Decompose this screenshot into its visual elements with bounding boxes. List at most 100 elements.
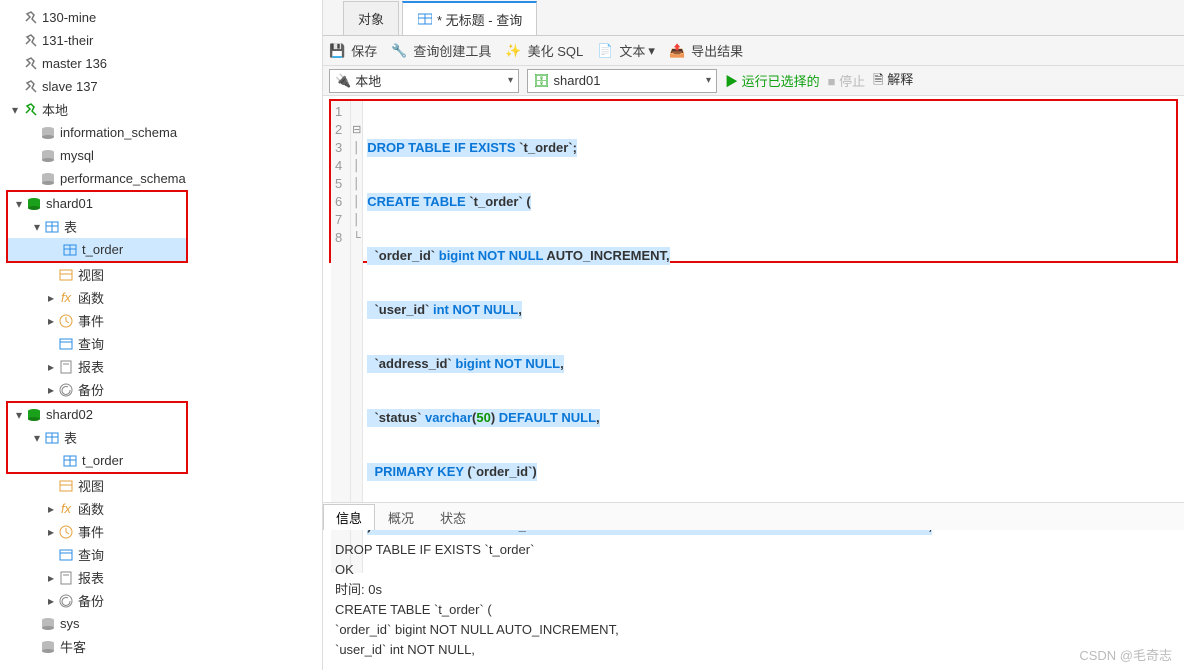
beautify-button[interactable]: ✨美化 SQL bbox=[505, 41, 583, 60]
tree-item-label: 本地 bbox=[42, 100, 68, 119]
tree-item-label: shard01 bbox=[46, 196, 93, 211]
tree-item-backup[interactable]: ▸备份 bbox=[0, 589, 322, 612]
connection-tree[interactable]: 130-mine 131-their master 136 slave 137 ▾ 本地 i… bbox=[0, 0, 323, 670]
tree-item-label: 视图 bbox=[78, 476, 104, 495]
conn-open-icon bbox=[22, 102, 38, 118]
tab-overview[interactable]: 概况 bbox=[375, 504, 427, 530]
chevron-icon[interactable]: ▾ bbox=[12, 197, 26, 211]
output-panel: DROP TABLE IF EXISTS `t_order` OK 时间: 0s… bbox=[323, 530, 1184, 670]
tree-item-fx[interactable]: ▸fx函数 bbox=[0, 497, 322, 520]
tree-item-query[interactable]: 查询 bbox=[0, 543, 322, 566]
db-open-icon bbox=[26, 407, 42, 423]
tree-item-report[interactable]: ▸报表 bbox=[0, 566, 322, 589]
tree-item-conn[interactable]: 131-their bbox=[0, 29, 322, 52]
event-icon bbox=[58, 524, 74, 540]
chevron-icon[interactable]: ▾ bbox=[30, 220, 44, 234]
tree-item-db[interactable]: information_schema bbox=[0, 121, 322, 144]
tree-item-label: 函数 bbox=[78, 288, 104, 307]
tree-item-event[interactable]: ▸ 事件 bbox=[0, 309, 322, 332]
tree-item-report[interactable]: ▸报表 bbox=[0, 355, 322, 378]
db-icon bbox=[40, 148, 56, 164]
chevron-icon[interactable]: ▸ bbox=[44, 502, 58, 516]
db-icon bbox=[40, 125, 56, 141]
tree-item-tables[interactable]: ▾表 bbox=[8, 215, 186, 238]
tree-item-label: 牛客 bbox=[60, 637, 86, 656]
tree-item-conn-open[interactable]: ▾ 本地 bbox=[0, 98, 322, 121]
tree-item-backup[interactable]: ▸ 备份 bbox=[0, 378, 322, 401]
stop-button: ■ 停止 bbox=[828, 71, 866, 90]
text-button[interactable]: 📄文本 ▾ bbox=[597, 41, 655, 60]
tree-item-event[interactable]: ▸ 事件 bbox=[0, 520, 322, 543]
sparkle-icon: ✨ bbox=[505, 43, 521, 59]
tree-item-table[interactable]: t_order bbox=[8, 238, 186, 261]
export-icon: 📤 bbox=[669, 43, 685, 59]
chevron-icon[interactable]: ▸ bbox=[44, 594, 58, 608]
table-icon bbox=[417, 11, 433, 27]
run-bar: 🔌本地 ▾ 🗄shard01 ▾ ▶ 运行已选择的 ■ 停止 🗎 解释 bbox=[323, 66, 1184, 96]
backup-icon bbox=[58, 382, 74, 398]
report-icon bbox=[58, 359, 74, 375]
save-button[interactable]: 💾保存 bbox=[329, 41, 377, 60]
chevron-down-icon: ▾ bbox=[508, 75, 513, 86]
tree-item-fx[interactable]: ▸fx函数 bbox=[0, 286, 322, 309]
export-button[interactable]: 📤导出结果 bbox=[669, 41, 743, 60]
tree-item-label: 视图 bbox=[78, 265, 104, 284]
tree-item-label: sys bbox=[60, 616, 80, 631]
tree-item-conn[interactable]: 130-mine bbox=[0, 6, 322, 29]
tree-item-query[interactable]: 查询 bbox=[0, 332, 322, 355]
tree-item-views[interactable]: 视图 bbox=[0, 263, 322, 286]
tree-item-conn[interactable]: master 136 bbox=[0, 52, 322, 75]
tab-objects[interactable]: 对象 bbox=[343, 1, 399, 35]
tree-item-label: 查询 bbox=[78, 334, 104, 353]
tree-item-db[interactable]: sys bbox=[0, 612, 322, 635]
chevron-icon[interactable]: ▸ bbox=[44, 571, 58, 585]
tree-item-label: 事件 bbox=[78, 311, 104, 330]
plug-icon: 🔌 bbox=[335, 73, 351, 89]
builder-icon: 🔧 bbox=[391, 43, 407, 59]
tree-item-label: 130-mine bbox=[42, 10, 96, 25]
chevron-icon[interactable]: ▸ bbox=[44, 291, 58, 305]
chevron-down-icon: ▾ bbox=[706, 75, 711, 86]
tree-item-db-open[interactable]: ▾shard02 bbox=[8, 403, 186, 426]
tab-state[interactable]: 状态 bbox=[427, 504, 479, 530]
tree-item-label: 事件 bbox=[78, 522, 104, 541]
run-selected-button[interactable]: ▶ 运行已选择的 bbox=[725, 71, 820, 90]
tree-item-db-open[interactable]: ▾ shard01 bbox=[8, 192, 186, 215]
explain-icon: 🗎 bbox=[873, 72, 883, 87]
tree-item-conn[interactable]: slave 137 bbox=[0, 75, 322, 98]
tree-item-label: 表 bbox=[64, 217, 77, 236]
chevron-icon[interactable]: ▸ bbox=[44, 314, 58, 328]
report-icon bbox=[58, 570, 74, 586]
tree-item-tables[interactable]: ▾表 bbox=[8, 426, 186, 449]
tree-item-label: master 136 bbox=[42, 56, 107, 71]
connection-select[interactable]: 🔌本地 ▾ bbox=[329, 69, 519, 93]
chevron-icon[interactable]: ▾ bbox=[30, 431, 44, 445]
tab-info[interactable]: 信息 bbox=[323, 504, 375, 530]
fold-toggle[interactable]: ⊟ bbox=[351, 121, 362, 139]
fx-icon: fx bbox=[58, 501, 74, 517]
chevron-icon[interactable]: ▸ bbox=[44, 525, 58, 539]
chevron-icon[interactable]: ▸ bbox=[44, 360, 58, 374]
doc-icon: 📄 bbox=[597, 43, 613, 59]
query-builder-button[interactable]: 🔧查询创建工具 bbox=[391, 41, 491, 60]
tree-item-db[interactable]: mysql bbox=[0, 144, 322, 167]
db-open-icon bbox=[26, 196, 42, 212]
database-select[interactable]: 🗄shard01 ▾ bbox=[527, 69, 717, 93]
save-icon: 💾 bbox=[329, 43, 345, 59]
table-icon bbox=[62, 242, 78, 258]
db-icon bbox=[40, 639, 56, 655]
chevron-icon[interactable]: ▾ bbox=[8, 103, 22, 117]
tree-item-db[interactable]: performance_schema bbox=[0, 167, 322, 190]
event-icon bbox=[58, 313, 74, 329]
tree-item-views[interactable]: 视图 bbox=[0, 474, 322, 497]
tab-query[interactable]: * 无标题 - 查询 bbox=[402, 1, 537, 35]
tree-item-db[interactable]: 牛客 bbox=[0, 635, 322, 658]
sql-editor[interactable]: 12345678 ⊟│││││└ DROP TABLE IF EXISTS `t… bbox=[329, 99, 1178, 263]
tree-item-label: 函数 bbox=[78, 499, 104, 518]
chevron-icon[interactable]: ▾ bbox=[12, 408, 26, 422]
chevron-icon[interactable]: ▸ bbox=[44, 383, 58, 397]
tree-item-table[interactable]: t_order bbox=[8, 449, 186, 472]
tree-item-label: 131-their bbox=[42, 33, 93, 48]
tree-item-label: 备份 bbox=[78, 380, 104, 399]
explain-button[interactable]: 🗎 解释 bbox=[873, 69, 913, 93]
